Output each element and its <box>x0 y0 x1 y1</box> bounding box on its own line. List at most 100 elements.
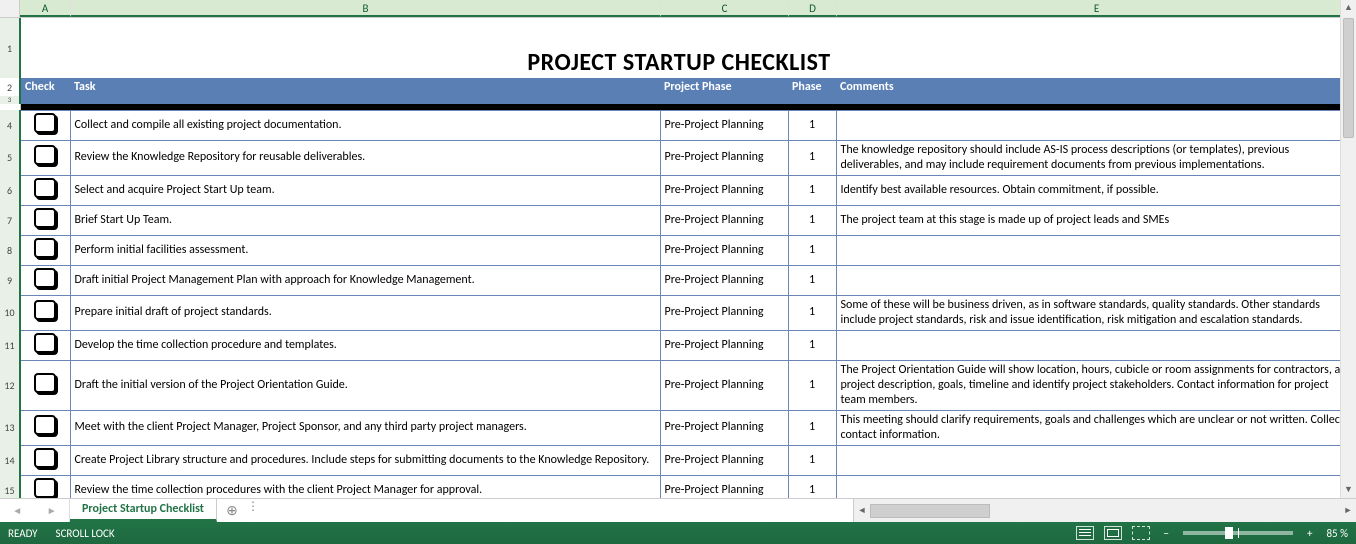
phase-num-cell[interactable]: 1 <box>788 295 836 330</box>
checkbox-icon[interactable] <box>34 478 56 498</box>
vertical-scrollbar[interactable]: ▲ ▼ <box>1340 0 1356 498</box>
comments-cell[interactable] <box>836 110 1340 140</box>
phase-cell[interactable]: Pre-Project Planning <box>660 445 788 475</box>
checkbox-cell[interactable] <box>20 410 70 445</box>
row-header[interactable]: 10 <box>0 295 20 330</box>
task-cell[interactable]: Review the Knowledge Repository for reus… <box>70 140 660 175</box>
row-header[interactable]: 13 <box>0 410 20 445</box>
phase-num-cell[interactable]: 1 <box>788 475 836 498</box>
checkbox-icon[interactable] <box>34 238 56 258</box>
task-cell[interactable]: Draft initial Project Management Plan wi… <box>70 265 660 295</box>
row-header-3[interactable]: 3 <box>0 96 20 104</box>
comments-cell[interactable]: This meeting should clarify requirements… <box>836 410 1340 445</box>
phase-cell[interactable]: Pre-Project Planning <box>660 140 788 175</box>
grid-area[interactable]: 1 PROJECT STARTUP CHECKLIST 2 Check Task… <box>0 18 1340 498</box>
comments-cell[interactable] <box>836 475 1340 498</box>
task-cell[interactable]: Create Project Library structure and pro… <box>70 445 660 475</box>
tab-nav-prev-icon[interactable]: ◄ <box>12 504 22 517</box>
view-page-break-button[interactable] <box>1132 526 1150 540</box>
col-header-D[interactable]: D <box>788 0 836 17</box>
add-sheet-button[interactable]: ⊕ <box>217 499 247 522</box>
phase-num-cell[interactable]: 1 <box>788 175 836 205</box>
comments-cell[interactable]: Identify best available resources. Obtai… <box>836 175 1340 205</box>
phase-cell[interactable]: Pre-Project Planning <box>660 265 788 295</box>
scroll-right-arrow-icon[interactable]: ► <box>1340 505 1356 516</box>
comments-cell[interactable] <box>836 235 1340 265</box>
checkbox-icon[interactable] <box>34 333 56 353</box>
view-normal-button[interactable] <box>1076 526 1094 540</box>
zoom-in-button[interactable]: + <box>1303 527 1316 540</box>
checkbox-icon[interactable] <box>34 113 56 133</box>
row-header[interactable]: 7 <box>0 205 20 235</box>
row-header[interactable]: 5 <box>0 140 20 175</box>
comments-cell[interactable]: The knowledge repository should include … <box>836 140 1340 175</box>
row-header[interactable]: 9 <box>0 265 20 295</box>
phase-num-cell[interactable]: 1 <box>788 235 836 265</box>
tab-nav-next-icon[interactable]: ► <box>47 504 57 517</box>
horizontal-scroll-thumb[interactable] <box>870 504 990 518</box>
task-cell[interactable]: Brief Start Up Team. <box>70 205 660 235</box>
checkbox-icon[interactable] <box>34 373 56 393</box>
checkbox-icon[interactable] <box>34 415 56 435</box>
row-header[interactable]: 15 <box>0 475 20 498</box>
phase-cell[interactable]: Pre-Project Planning <box>660 410 788 445</box>
task-cell[interactable]: Prepare initial draft of project standar… <box>70 295 660 330</box>
row-header[interactable]: 11 <box>0 330 20 360</box>
sheet-tab-active[interactable]: Project Startup Checklist <box>70 499 217 522</box>
checkbox-icon[interactable] <box>34 300 56 320</box>
phase-num-cell[interactable]: 1 <box>788 265 836 295</box>
checkbox-cell[interactable] <box>20 330 70 360</box>
phase-cell[interactable]: Pre-Project Planning <box>660 330 788 360</box>
task-cell[interactable]: Collect and compile all existing project… <box>70 110 660 140</box>
phase-num-cell[interactable]: 1 <box>788 330 836 360</box>
checkbox-icon[interactable] <box>34 208 56 228</box>
col-header-E[interactable]: E <box>836 0 1356 17</box>
scroll-left-arrow-icon[interactable]: ◄ <box>854 505 870 516</box>
zoom-level[interactable]: 85 % <box>1326 527 1348 540</box>
checkbox-cell[interactable] <box>20 265 70 295</box>
phase-num-cell[interactable]: 1 <box>788 205 836 235</box>
checkbox-icon[interactable] <box>34 178 56 198</box>
comments-cell[interactable] <box>836 445 1340 475</box>
view-page-layout-button[interactable] <box>1104 526 1122 540</box>
vertical-scroll-thumb[interactable] <box>1343 18 1354 138</box>
phase-num-cell[interactable]: 1 <box>788 360 836 410</box>
checkbox-cell[interactable] <box>20 445 70 475</box>
zoom-slider[interactable] <box>1183 531 1293 535</box>
phase-cell[interactable]: Pre-Project Planning <box>660 175 788 205</box>
zoom-out-button[interactable]: − <box>1160 527 1173 540</box>
checkbox-cell[interactable] <box>20 110 70 140</box>
checkbox-cell[interactable] <box>20 175 70 205</box>
row-header[interactable]: 4 <box>0 110 20 140</box>
comments-cell[interactable] <box>836 265 1340 295</box>
scroll-up-arrow-icon[interactable]: ▲ <box>1341 0 1356 16</box>
checkbox-icon[interactable] <box>34 145 56 165</box>
row-header[interactable]: 12 <box>0 360 20 410</box>
comments-cell[interactable] <box>836 330 1340 360</box>
task-cell[interactable]: Review the time collection procedures wi… <box>70 475 660 498</box>
task-cell[interactable]: Select and acquire Project Start Up team… <box>70 175 660 205</box>
task-cell[interactable]: Develop the time collection procedure an… <box>70 330 660 360</box>
tab-nav-buttons[interactable]: ◄ ► <box>0 499 70 522</box>
select-all-corner[interactable] <box>0 0 20 17</box>
checkbox-cell[interactable] <box>20 205 70 235</box>
col-header-A[interactable]: A <box>20 0 70 17</box>
comments-cell[interactable]: Some of these will be business driven, a… <box>836 295 1340 330</box>
row-header[interactable]: 8 <box>0 235 20 265</box>
phase-cell[interactable]: Pre-Project Planning <box>660 110 788 140</box>
phase-cell[interactable]: Pre-Project Planning <box>660 205 788 235</box>
horizontal-scrollbar[interactable]: ◄ ► <box>853 499 1356 522</box>
checkbox-icon[interactable] <box>34 448 56 468</box>
tab-splitter-icon[interactable]: ⋮ <box>247 499 257 522</box>
phase-num-cell[interactable]: 1 <box>788 110 836 140</box>
task-cell[interactable]: Meet with the client Project Manager, Pr… <box>70 410 660 445</box>
phase-cell[interactable]: Pre-Project Planning <box>660 295 788 330</box>
checkbox-cell[interactable] <box>20 140 70 175</box>
checkbox-cell[interactable] <box>20 235 70 265</box>
checkbox-cell[interactable] <box>20 475 70 498</box>
phase-num-cell[interactable]: 1 <box>788 410 836 445</box>
comments-cell[interactable]: The Project Orientation Guide will show … <box>836 360 1340 410</box>
checkbox-cell[interactable] <box>20 295 70 330</box>
checkbox-cell[interactable] <box>20 360 70 410</box>
row-header[interactable]: 14 <box>0 445 20 475</box>
